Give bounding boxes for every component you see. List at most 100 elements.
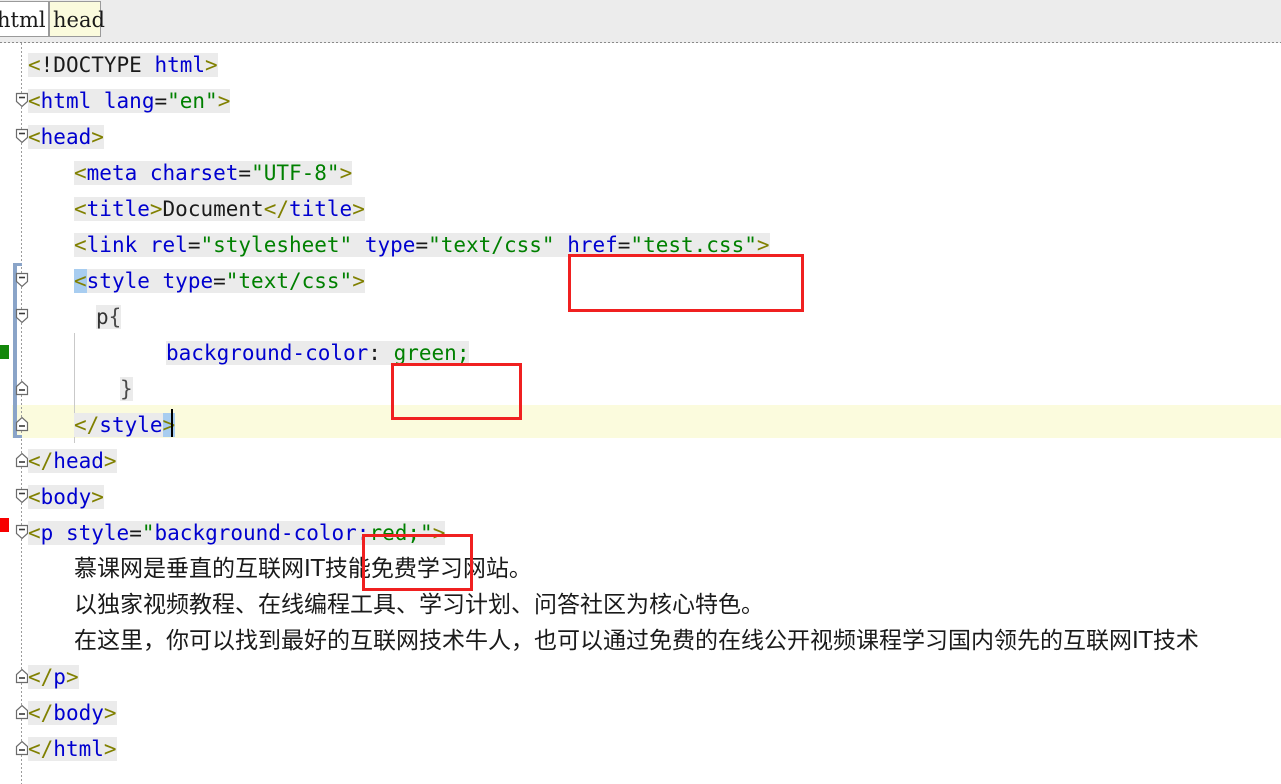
code-token: > [149, 197, 163, 221]
code-token: > [91, 125, 104, 149]
code-text-content: 以独家视频教程、在线编程工具、学习计划、问答社区为核心特色。 [74, 592, 764, 618]
code-text-content: 慕课网是垂直的互联网IT技能免费学习网站。 [74, 556, 532, 582]
code-token: html [53, 737, 104, 761]
fold-marker-p-close[interactable] [15, 667, 29, 685]
text-caret [171, 409, 173, 437]
code-token: </ [28, 701, 54, 725]
code-line[interactable]: <link rel="stylesheet" type="text/css" h… [74, 227, 770, 263]
code-token-group: <meta charset="UTF-8"> [74, 161, 353, 185]
code-token: < [28, 53, 41, 77]
code-line[interactable]: 慕课网是垂直的互联网IT技能免费学习网站。 [74, 551, 532, 587]
code-token: < [28, 89, 41, 113]
code-line[interactable]: <style type="text/css"> [74, 263, 365, 299]
code-token: : [356, 521, 370, 545]
fold-marker-p-open[interactable] [15, 523, 29, 541]
code-token: background-color [154, 521, 357, 545]
code-token-group: } [120, 377, 133, 401]
code-token: > [352, 197, 365, 221]
code-token-group: <!DOCTYPE html> [28, 53, 218, 77]
code-line[interactable]: <meta charset="UTF-8"> [74, 155, 353, 191]
code-token: > [91, 485, 104, 509]
code-token: " [420, 521, 433, 545]
fold-marker-html-close[interactable] [15, 739, 29, 757]
code-editor[interactable]: <!DOCTYPE html> <html lang="en"> <head> <me… [0, 43, 1281, 784]
breadcrumb-item-html[interactable]: html [0, 1, 49, 37]
code-token: > [756, 233, 770, 257]
code-token: "test.css" [630, 233, 757, 257]
code-token: head [40, 125, 92, 149]
code-token: { [108, 305, 122, 329]
code-line[interactable]: 以独家视频教程、在线编程工具、学习计划、问答社区为核心特色。 [74, 587, 764, 623]
code-line[interactable]: <html lang="en"> [28, 83, 231, 119]
code-line[interactable]: } [120, 371, 133, 407]
code-token: link [86, 233, 138, 257]
breadcrumb-item-head[interactable]: head [49, 1, 105, 37]
fold-marker-style-open[interactable] [15, 271, 29, 289]
code-token: html [154, 53, 206, 77]
code-line[interactable]: </html> [28, 731, 117, 767]
code-token-group: </head> [28, 449, 117, 473]
code-line[interactable]: 在这里，你可以找到最好的互联网技术牛人，也可以通过免费的在线公开视频课程学习国内… [74, 623, 1199, 659]
fold-marker-rule-open[interactable] [15, 307, 29, 325]
code-line[interactable]: </style> [74, 407, 176, 443]
code-token-group: </body> [28, 701, 117, 725]
code-token: </ [28, 449, 54, 473]
code-line[interactable]: <!DOCTYPE html> [28, 47, 218, 83]
code-token: p [53, 665, 66, 689]
code-token: head [53, 449, 104, 473]
fold-marker-html-open[interactable] [15, 91, 29, 109]
fold-marker-head-close[interactable] [15, 451, 29, 469]
code-token: title [86, 197, 150, 221]
code-token-group: <title>Document</title> [74, 197, 365, 221]
code-token: > [352, 269, 365, 293]
code-line[interactable]: </body> [28, 695, 117, 731]
code-token: < [28, 125, 41, 149]
code-token: p [96, 305, 109, 329]
code-token: "text/css" [428, 233, 555, 257]
code-token: p [40, 521, 54, 545]
code-token-group: background-color: green; [166, 341, 470, 365]
code-token: "UTF-8" [251, 161, 340, 185]
code-line[interactable]: </head> [28, 443, 117, 479]
code-line[interactable]: background-color: green; [166, 335, 470, 371]
code-token: rel [149, 233, 188, 257]
code-line[interactable]: <body> [28, 479, 104, 515]
code-line[interactable]: <title>Document</title> [74, 191, 365, 227]
change-marker-modified[interactable] [0, 518, 9, 532]
code-line[interactable]: <p style="background-color:red;"> [28, 515, 446, 551]
code-token-group: <body> [28, 485, 104, 509]
change-marker-added[interactable] [0, 345, 9, 359]
code-token: meta [86, 161, 138, 185]
fold-marker-body-open[interactable] [15, 487, 29, 505]
code-token: ; [456, 341, 470, 365]
code-token: = [154, 89, 168, 113]
code-token: Document [162, 197, 264, 221]
code-token: > [103, 449, 117, 473]
code-token: body [53, 701, 104, 725]
code-token: "text/css" [225, 269, 353, 293]
code-token: </ [263, 197, 289, 221]
code-token: < [28, 521, 41, 545]
code-token: background-color [166, 341, 369, 365]
code-token: = [238, 161, 252, 185]
fold-marker-head-open[interactable] [15, 127, 29, 145]
code-token: = [129, 521, 142, 545]
code-line[interactable]: p{ [96, 299, 122, 335]
code-line[interactable]: <head> [28, 119, 104, 155]
code-token: charset [149, 161, 239, 185]
fold-marker-style-close[interactable] [15, 415, 29, 433]
fold-marker-body-close[interactable] [15, 703, 29, 721]
code-line[interactable]: </p> [28, 659, 79, 695]
code-token-group: </html> [28, 737, 117, 761]
code-token: = [617, 233, 631, 257]
code-token-group: </p> [28, 665, 79, 689]
code-token: </ [28, 665, 54, 689]
fold-marker-rule-close[interactable] [15, 379, 29, 397]
code-token: !DOCTYPE [40, 53, 155, 77]
code-token: "stylesheet" [200, 233, 353, 257]
